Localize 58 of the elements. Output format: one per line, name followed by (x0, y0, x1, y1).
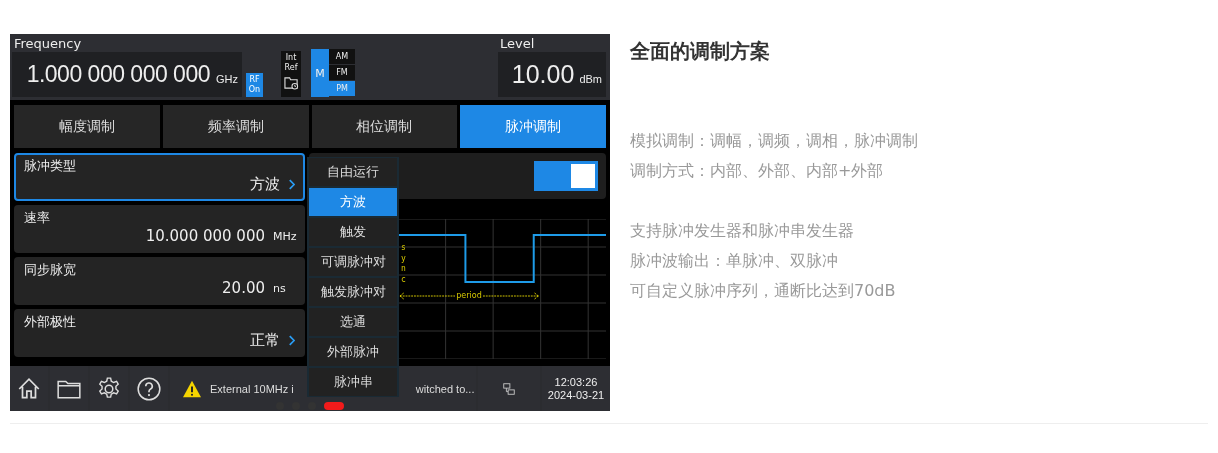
pagination-dot[interactable] (308, 402, 316, 410)
modulation-badge[interactable]: AM (329, 49, 355, 64)
frequency-field[interactable]: 1.000 000 000 000 GHz (12, 52, 242, 97)
pagination-dot[interactable] (292, 402, 300, 410)
dropdown-option[interactable]: 方波 (309, 188, 397, 216)
level-label: Level (499, 36, 536, 52)
clock-time: 12:03:26 (554, 375, 598, 389)
feature-text: 可自定义脉冲序列，通断比达到70dB (630, 280, 897, 302)
article-heading: 全面的调制方案 (630, 38, 771, 65)
modulation-badge[interactable]: FM (329, 65, 355, 80)
parameter-row[interactable]: 同步脉宽 20.00 ns (14, 257, 305, 305)
tab[interactable]: 幅度调制 (14, 105, 160, 148)
parameter-value: 10.000 000 000 (145, 227, 265, 245)
parameter-unit: ns (273, 281, 287, 295)
sync-label: sync (401, 243, 406, 285)
parameter-value: 20.00 (222, 279, 265, 297)
parameter-row[interactable]: 脉冲类型 方波 (14, 153, 305, 201)
folder-clock-icon (283, 75, 299, 90)
chevron-icon (288, 335, 295, 346)
tab[interactable]: 脉冲调制 (460, 105, 606, 148)
feature-text: 脉冲波输出：单脉冲、双脉冲 (630, 250, 839, 272)
parameter-label: 速率 (24, 210, 51, 226)
help-icon (136, 375, 162, 402)
network-icon (502, 381, 516, 396)
parameter-label: 外部极性 (24, 314, 77, 330)
feature-text: 支持脉冲发生器和脉冲串发生器 (630, 220, 855, 242)
dropdown-option[interactable]: 可调脉冲对 (309, 248, 397, 276)
status-message-text: External 10MHz i (210, 382, 294, 395)
chevron-icon (288, 179, 295, 190)
parameter-unit: MHz (273, 229, 295, 243)
feature-text: 模拟调制：调幅，调频，调相，脉冲调制 (630, 130, 918, 152)
feature-text: 调制方式：内部、外部、内部+外部 (630, 160, 885, 182)
dropdown-option[interactable]: 外部脉冲 (309, 338, 397, 366)
dropdown-option[interactable]: 选通 (309, 308, 397, 336)
frequency-label: Frequency (13, 36, 83, 52)
status-message-text: witched to... (415, 382, 475, 395)
warning-icon (182, 379, 202, 398)
reference-badge[interactable]: Int Ref (281, 51, 301, 97)
parameter-row[interactable]: 速率 10.000 000 000 MHz (14, 205, 305, 253)
level-field[interactable]: 10.00 dBm (498, 52, 606, 97)
period-label: period (455, 291, 483, 300)
parameter-label: 同步脉宽 (24, 262, 77, 278)
dropdown-option[interactable]: 自由运行 (309, 158, 397, 186)
period-arrow-left (399, 291, 456, 300)
clock-date: 2024-03-21 (547, 388, 605, 402)
parameter-row[interactable]: 外部极性 正常 (14, 309, 305, 357)
parameter-value: 方波 (250, 175, 280, 194)
parameter-label: 脉冲类型 (24, 158, 77, 174)
dropdown-option[interactable]: 触发脉冲对 (309, 278, 397, 306)
dropdown-option[interactable]: 脉冲串 (309, 368, 397, 396)
toggle-switch[interactable] (534, 161, 598, 191)
tab[interactable]: 频率调制 (162, 105, 309, 148)
period-arrow-right (482, 291, 539, 300)
dropdown-option[interactable]: 触发 (309, 218, 397, 246)
parameter-value: 正常 (250, 331, 280, 350)
tab[interactable]: 相位调制 (311, 105, 458, 148)
rf-status-badge[interactable]: RF On (246, 73, 263, 97)
pagination-dot[interactable] (276, 402, 284, 410)
